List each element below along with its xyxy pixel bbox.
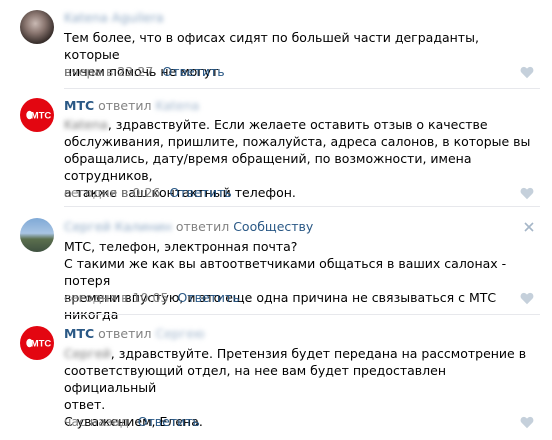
- mts-egg-icon: МТС: [26, 339, 52, 350]
- comment-4: МТС МТС ответил Сергею Сергей, здравству…: [0, 314, 552, 440]
- reply-button[interactable]: Ответить: [138, 414, 200, 429]
- text-line: обращались, дату/время обращений, по воз…: [64, 151, 476, 183]
- greeting-name[interactable]: Katena: [64, 117, 108, 132]
- reply-button[interactable]: Ответить: [170, 185, 232, 200]
- comment-text: МТС, телефон, электронная почта? С таким…: [64, 238, 534, 323]
- recipient-link[interactable]: Katena: [156, 98, 200, 113]
- timestamp[interactable]: сегодня в 10:05: [64, 290, 168, 305]
- heart-icon[interactable]: [520, 416, 534, 429]
- reply-button[interactable]: Ответить: [162, 64, 224, 79]
- text-line: соответствующий отдел, на нее вам будет …: [64, 363, 450, 395]
- comment-3: Сергей Калинин ответил Сообществу МТС, т…: [0, 206, 552, 322]
- author-name[interactable]: МТС: [64, 98, 94, 113]
- text-line: ответ.: [64, 397, 106, 412]
- timestamp[interactable]: вчера в 23:27: [64, 64, 153, 79]
- comment-2: МТС МТС ответил Katena Katena, здравству…: [0, 88, 552, 206]
- replied-label: ответил: [98, 98, 152, 113]
- close-icon[interactable]: [524, 222, 534, 232]
- svg-text:МТС: МТС: [31, 339, 52, 350]
- avatar[interactable]: [20, 10, 54, 44]
- avatar[interactable]: [20, 218, 54, 252]
- heart-icon[interactable]: [520, 292, 534, 305]
- text-line: Тем более, что в офисах сидят по большей…: [64, 30, 483, 62]
- author-name[interactable]: Katena Aguilera: [64, 10, 164, 25]
- text-line: обслуживания, пришлите, пожалуйста, адре…: [64, 134, 531, 149]
- timestamp[interactable]: час назад: [64, 414, 129, 429]
- timestamp[interactable]: сегодня в 0:26: [64, 185, 161, 200]
- recipient-link[interactable]: Сергею: [156, 326, 205, 341]
- author-name[interactable]: Сергей Калинин: [64, 219, 172, 234]
- replied-label: ответил: [98, 326, 152, 341]
- comment-1: Katena Aguilera Тем более, что в офисах …: [0, 0, 552, 88]
- greeting-name[interactable]: Сергей: [64, 346, 111, 361]
- avatar[interactable]: МТС: [20, 98, 54, 132]
- text-line: С такими же как вы автоответчиками общат…: [64, 256, 511, 288]
- recipient-link[interactable]: Сообществу: [233, 219, 313, 234]
- reply-button[interactable]: Ответить: [177, 290, 239, 305]
- text-line: МТС, телефон, электронная почта?: [64, 239, 298, 254]
- mts-egg-icon: МТС: [26, 111, 52, 122]
- heart-icon[interactable]: [520, 66, 534, 79]
- text-line: , здравствуйте. Если желаете оставить от…: [107, 117, 488, 132]
- text-line: , здравствуйте. Претензия будет передана…: [110, 346, 527, 361]
- author-name[interactable]: МТС: [64, 326, 94, 341]
- svg-text:МТС: МТС: [31, 111, 52, 122]
- avatar[interactable]: МТС: [20, 326, 54, 360]
- replied-label: ответил: [175, 219, 230, 234]
- heart-icon[interactable]: [520, 187, 534, 200]
